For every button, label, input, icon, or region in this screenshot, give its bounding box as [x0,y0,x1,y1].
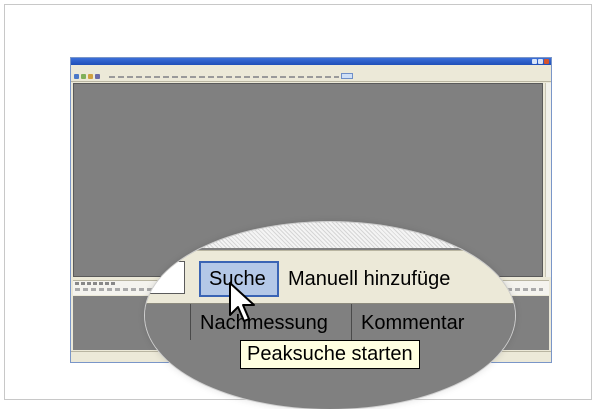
magnifier-lens: Suche Manuell hinzufüge Nachmessung Komm… [145,222,515,409]
strip-buttons[interactable] [75,288,155,291]
maximize-icon[interactable] [538,59,543,64]
search-input[interactable] [145,261,185,294]
table-header-blank [145,304,190,340]
column-header-kommentar[interactable]: Kommentar [351,304,464,340]
search-bar: Suche Manuell hinzufüge [145,250,515,304]
splitter-pattern [145,222,515,248]
close-icon[interactable] [544,59,549,64]
menu-bar [71,65,551,72]
tooltip: Peaksuche starten [240,340,420,369]
vertical-scrollbar[interactable] [545,83,551,277]
toolbar-icons [74,74,100,79]
mouse-pointer-icon [229,282,255,322]
toolbar-buttons[interactable] [109,76,339,78]
title-bar [71,58,551,65]
print-icon[interactable] [88,74,93,79]
toolbar-dropdown[interactable] [341,73,353,79]
manual-add-button[interactable]: Manuell hinzufüge [288,261,450,297]
chart-icon[interactable] [95,74,100,79]
open-icon[interactable] [74,74,79,79]
minimize-icon[interactable] [532,59,537,64]
strip-label [75,282,115,285]
window-controls [532,59,549,64]
save-icon[interactable] [81,74,86,79]
toolbar [71,72,551,82]
column-header-nachmessung[interactable]: Nachmessung [190,304,328,340]
